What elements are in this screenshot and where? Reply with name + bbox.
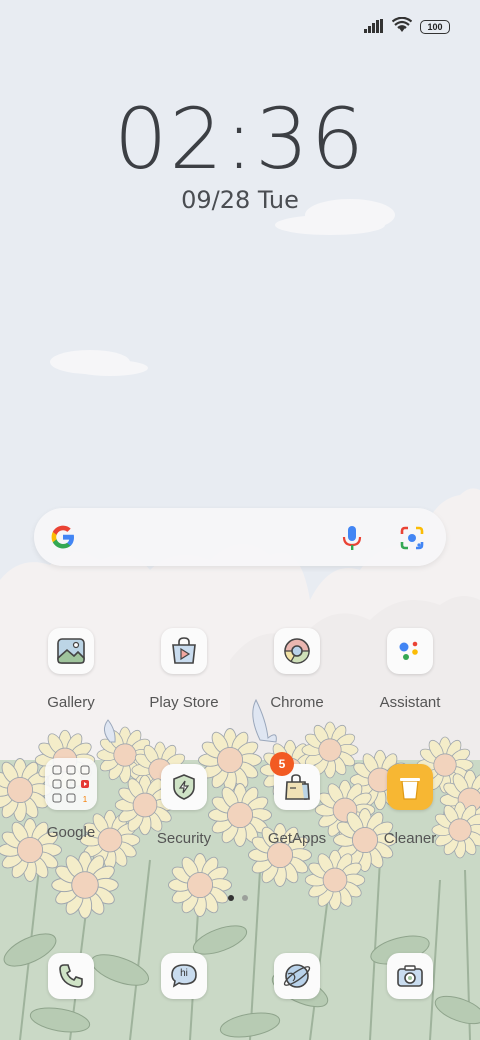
signal-icon <box>364 18 384 37</box>
browser-icon <box>274 953 320 999</box>
wifi-icon <box>391 16 413 37</box>
phone-icon <box>48 953 94 999</box>
getapps-icon: 5 <box>270 752 320 810</box>
page-dot-active <box>228 895 234 901</box>
microphone-icon[interactable] <box>341 524 363 556</box>
clock-date[interactable]: 09/28 Tue <box>0 186 480 214</box>
app-cleaner[interactable]: Cleaner <box>355 764 465 847</box>
app-gallery[interactable]: Gallery <box>16 628 126 711</box>
app-label: Google <box>46 824 96 841</box>
dock-messages[interactable]: hi <box>129 953 239 999</box>
app-assistant[interactable]: Assistant <box>355 628 465 711</box>
dock-camera[interactable] <box>355 953 465 999</box>
clock-time[interactable]: 02:36 <box>0 90 480 188</box>
page-dot <box>242 895 248 901</box>
app-label: Gallery <box>47 694 95 711</box>
dock-phone[interactable] <box>16 953 126 999</box>
dock-browser[interactable] <box>242 953 352 999</box>
google-folder-icon: 1 <box>45 758 97 810</box>
gallery-icon <box>48 628 94 674</box>
app-label: Cleaner <box>383 830 437 847</box>
assistant-icon <box>387 628 433 674</box>
cleaner-icon <box>387 764 433 810</box>
battery-icon: 100 <box>420 20 450 34</box>
app-label: GetApps <box>267 830 327 847</box>
svg-text:1: 1 <box>83 795 88 804</box>
google-search-bar[interactable] <box>34 508 446 566</box>
messages-icon-text: hi <box>180 968 188 979</box>
app-chrome[interactable]: Chrome <box>242 628 352 711</box>
chrome-icon <box>274 628 320 674</box>
app-label: Assistant <box>379 694 441 711</box>
app-play-store[interactable]: Play Store <box>129 628 239 711</box>
play-store-icon <box>161 628 207 674</box>
app-security[interactable]: Security <box>129 764 239 847</box>
app-label: Security <box>156 830 212 847</box>
google-g-icon[interactable] <box>48 522 78 556</box>
app-google-folder[interactable]: 1 Google <box>16 758 126 841</box>
app-getapps[interactable]: 5 GetApps <box>242 752 352 847</box>
google-lens-icon[interactable] <box>398 524 426 556</box>
status-bar: 100 <box>364 16 450 38</box>
security-icon <box>161 764 207 810</box>
day-of-week: Tue <box>257 186 299 214</box>
app-label: Play Store <box>149 694 219 711</box>
notification-badge: 5 <box>270 752 294 776</box>
page-indicator <box>228 895 248 901</box>
date-text: 09/28 <box>181 186 251 214</box>
app-label: Chrome <box>270 694 324 711</box>
messages-icon: hi <box>161 953 207 999</box>
camera-icon <box>387 953 433 999</box>
